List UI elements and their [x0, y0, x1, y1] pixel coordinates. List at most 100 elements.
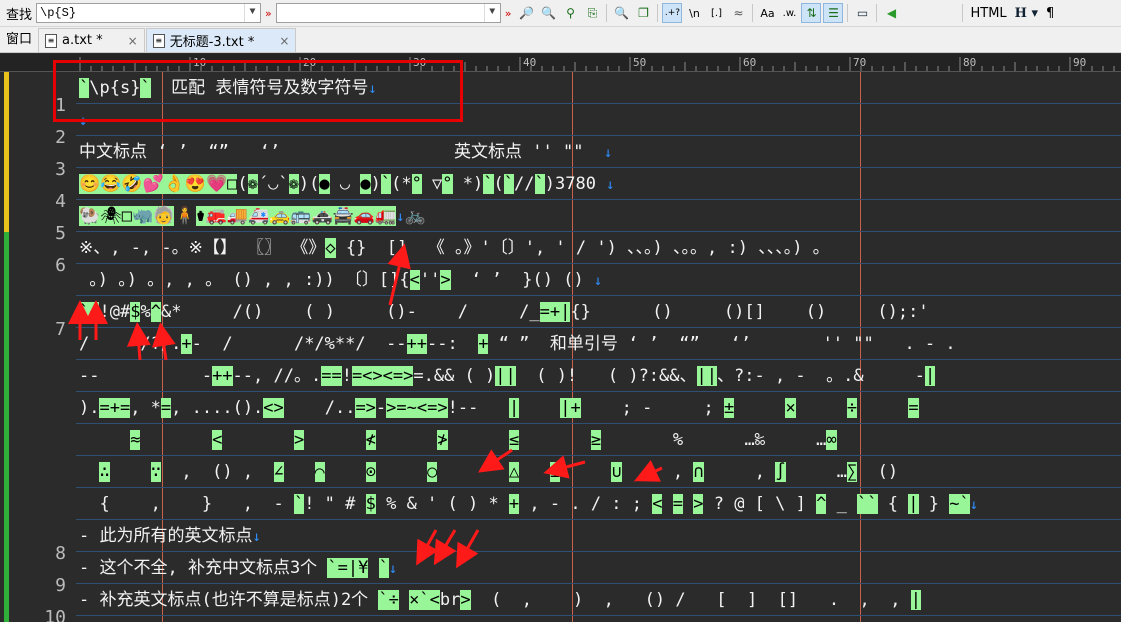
editor-line[interactable]: ∴ ∵ , () , ∠ ⌒ ⊙ ○ △ ⊥ ∪ , ∩ , ∫ …∑ ()	[76, 456, 1121, 488]
editor-line[interactable]: 😊😂🤣💕👌😍💗□(❁´◡`❁)(● ◡ ●)`(*° ▽° *)`(`//`)3…	[76, 168, 1121, 200]
editor-line[interactable]: ≈ < > ≮ ≯ ≤ ≥ % …‰ …∞	[76, 424, 1121, 456]
find-history-icon[interactable]: »	[265, 7, 272, 20]
toolbar-divider	[752, 4, 754, 22]
editor-line[interactable]: -- -++--, //。.==!=<><=>=.&& ( )|| ( )! (…	[76, 360, 1121, 392]
zoom-icon[interactable]: 🔍	[611, 3, 631, 23]
line-text: ※、, -, -。※【】 〖〗 《》◇ {} [] 《 。》'〔〕', ' / …	[79, 238, 830, 258]
file-icon: ≡	[152, 33, 165, 48]
window-menu[interactable]: 窗口	[0, 28, 38, 52]
selection-icon[interactable]: ☰	[823, 3, 844, 23]
line-text: { , } , - `! " # $ % & ' ( ) * + , - . /…	[79, 494, 979, 514]
regex-toggle[interactable]: .+?	[662, 3, 683, 23]
line-text: 。) 。) 。, , 。 () , , :)) 〔〕[]{<''> ‘ ’ }(…	[79, 270, 603, 290]
close-icon[interactable]: ×	[128, 34, 138, 48]
copy-icon[interactable]: ❐	[633, 3, 653, 23]
heading-button-label: H	[1014, 5, 1027, 21]
line-text: 中文标点 ‘ ’ “” ‘’ 英文标点 '' "" ↓	[79, 142, 613, 162]
tab-label: a.txt *	[62, 33, 103, 48]
line-number	[0, 346, 72, 378]
back-arrow-icon[interactable]: ◀	[881, 3, 901, 23]
ruler-label: 80	[963, 56, 976, 69]
replace-dropdown-icon[interactable]: ▼	[483, 4, 500, 22]
line-text: ≈ < > ≮ ≯ ≤ ≥ % …‰ …∞	[130, 430, 837, 450]
html-button[interactable]: HTML	[970, 6, 1006, 21]
toolbar-divider	[606, 4, 608, 22]
ruler-label: 90	[1073, 56, 1086, 69]
tab-a-txt[interactable]: ≡ a.txt * ×	[38, 28, 145, 52]
ruler-label: 40	[523, 56, 536, 69]
line-number: 9	[55, 575, 66, 596]
editor-line[interactable]: 中文标点 ‘ ’ “” ‘’ 英文标点 '' "" ↓	[76, 136, 1121, 168]
line-number	[0, 474, 72, 506]
line-number: 10	[44, 607, 66, 622]
editor-line[interactable]: - 此为所有的英文标点↓	[76, 520, 1121, 552]
fuzzy-toggle[interactable]: ≈	[728, 3, 748, 23]
find-all-icon[interactable]: ⚲	[560, 3, 580, 23]
paragraph-button[interactable]: ¶	[1046, 6, 1054, 21]
replace-icon[interactable]: ⎘	[582, 3, 602, 23]
line-number: 3	[55, 159, 66, 180]
toolbar-divider	[876, 4, 878, 22]
editor-line[interactable]: 。) 。) 。, , 。 () , , :)) 〔〕[]{<''> ‘ ’ }(…	[76, 264, 1121, 296]
editor-pane[interactable]: 10 20 30 40 50 60 70 80 90 1 2 3 4 5 6 7 8 9 10 `\p{s}` 匹…	[0, 54, 1121, 622]
tab-bar: 窗口 ≡ a.txt * × ≡ 无标题-3.txt * ×	[0, 27, 1121, 53]
line-text: ).=+=, *=, ....().<> /..=>->=~<=>!-- | |…	[79, 398, 919, 418]
find-prev-icon[interactable]: 🔍	[538, 3, 558, 23]
case-toggle[interactable]: Aa	[757, 3, 777, 23]
ruler-label: 60	[743, 56, 756, 69]
line-number	[0, 378, 72, 410]
line-text: 😊😂🤣💕👌😍💗□(❁´◡`❁)(● ◡ ●)`(*° ▽° *)`(`//`)3…	[79, 174, 615, 194]
editor-line[interactable]: - 这个不全, 补充中文标点3个 `=|¥ `↓	[76, 552, 1121, 584]
bracket-toggle[interactable]: [.]	[706, 3, 726, 23]
editor-line[interactable]: { , } , - `! " # $ % & ' ( ) * + , - . /…	[76, 488, 1121, 520]
line-text: ∴ ∵ , () , ∠ ⌒ ⊙ ○ △ ⊥ ∪ , ∩ , ∫ …∑ ()	[99, 462, 899, 482]
editor-line[interactable]: ※、, -, -。※【】 〖〗 《》◇ {} [] 《 。》'〔〕', ' / …	[76, 232, 1121, 264]
line-text: - 这个不全, 补充中文标点3个 `=|¥ `↓	[79, 558, 398, 578]
editor-line[interactable]: / /?/.+- / /*/%**/ --++--: + “ ” 和单引号 ‘ …	[76, 328, 1121, 360]
line-number: 7	[55, 319, 66, 340]
toolbar-divider	[962, 4, 964, 22]
editor-line[interactable]: 🐏🕷□🦏🧓🧍⚱🚒🚚🚑🚕🚌🚓🚔🚗🚛↓🚲	[76, 200, 1121, 232]
ruler-label: 70	[853, 56, 866, 69]
find-input[interactable]: \p{S} ▼	[36, 3, 262, 23]
text-area[interactable]: `\p{s}` 匹配 表情符号及数字符号↓ ↓ 中文标点 ‘ ’ “” ‘’ 英文标…	[76, 72, 1121, 622]
line-number: 2	[55, 127, 66, 148]
replace-input[interactable]: ▼	[275, 3, 501, 23]
line-text: - 补充英文标点(也许不算是标点)2个 `÷ ×`<br> ( , ) , ()…	[79, 590, 921, 610]
editor-line[interactable]: ).=+=, *=, ....().<> /..=>->=~<=>!-- | |…	[76, 392, 1121, 424]
newline-toggle[interactable]: \n	[684, 3, 704, 23]
editor-line[interactable]: `~!@#$%^&* /() ( ) ()- / /_=+|{} () ()[]…	[76, 296, 1121, 328]
line-number: 6	[55, 255, 66, 276]
editor-line[interactable]: - 补充英文标点(也许不算是标点)2个 `÷ ×`<br> ( , ) , ()…	[76, 584, 1121, 616]
line-number: 8	[55, 543, 66, 564]
find-input-value: \p{S}	[40, 6, 77, 20]
line-number: 5	[55, 223, 66, 244]
search-toolbar: 查找 \p{S} ▼ » ▼ » 🔎 🔍 ⚲ ⎘ 🔍 ❐ .+? \n [.] …	[0, 0, 1121, 27]
word-toggle[interactable]: .w.	[779, 3, 799, 23]
find-next-icon[interactable]: 🔎	[516, 3, 536, 23]
line-text: -- -++--, //。.==!=<><=>=.&& ( )|| ( )! (…	[79, 366, 936, 386]
ruler-label: 50	[633, 56, 646, 69]
line-text: / /?/.+- / /*/%**/ --++--: + “ ” 和单引号 ‘ …	[79, 334, 956, 354]
view-icon[interactable]: ▭	[852, 3, 872, 23]
tab-label: 无标题-3.txt *	[169, 35, 255, 50]
tab-untitled-3[interactable]: ≡ 无标题-3.txt * ×	[145, 28, 297, 52]
close-icon[interactable]: ×	[279, 34, 289, 48]
line-number	[0, 410, 72, 442]
find-dropdown-icon[interactable]: ▼	[244, 4, 260, 22]
file-icon: ≡	[45, 33, 58, 48]
wrap-icon[interactable]: ⇅	[801, 3, 822, 23]
line-text: `~!@#$%^&* /() ( ) ()- / /_=+|{} () ()[]…	[79, 302, 929, 322]
line-number	[0, 506, 72, 538]
toolbar-divider	[847, 4, 849, 22]
line-text: - 此为所有的英文标点↓	[79, 526, 261, 546]
replace-history-icon[interactable]: »	[505, 7, 512, 20]
toolbar-divider	[657, 4, 659, 22]
line-number	[0, 442, 72, 474]
find-label: 查找	[6, 7, 33, 23]
line-text: 🐏🕷□🦏🧓🧍⚱🚒🚚🚑🚕🚌🚓🚔🚗🚛↓🚲	[79, 206, 426, 226]
line-number	[0, 282, 72, 314]
highlight-annotation-box	[53, 60, 463, 122]
heading-button[interactable]: H ▾	[1015, 6, 1038, 21]
line-number: 4	[55, 191, 66, 212]
